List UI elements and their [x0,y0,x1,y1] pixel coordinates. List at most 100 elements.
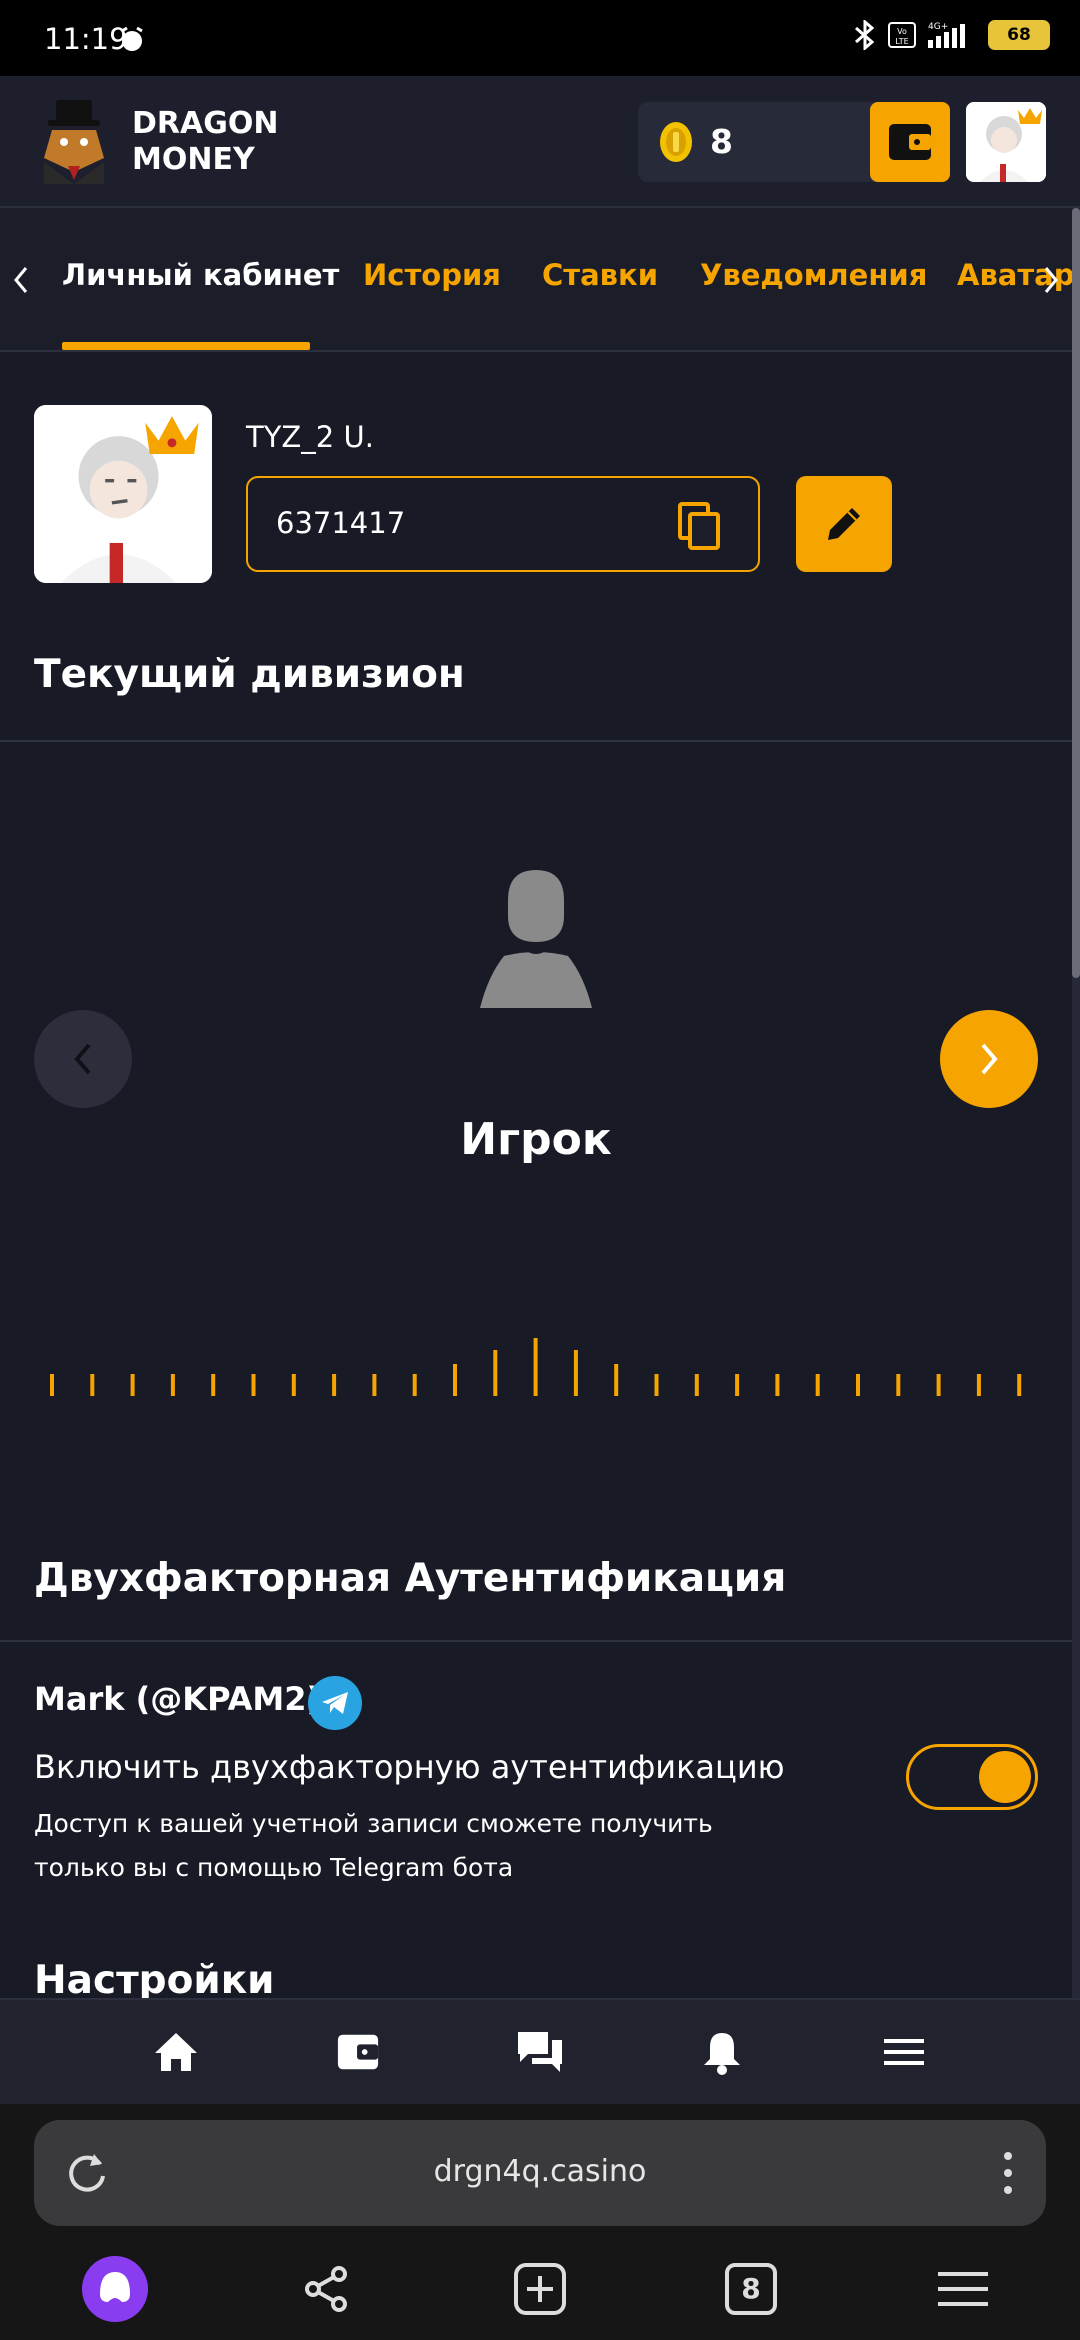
division-tick [856,1374,860,1396]
active-tab-indicator [62,342,310,350]
user-id-field[interactable]: 6371417 [246,476,760,572]
division-tick [775,1374,780,1396]
pencil-icon [828,508,860,540]
telegram-icon [308,1676,362,1730]
balance-value: 8 [710,122,733,161]
division-tick [90,1374,95,1396]
nav-notifications-button[interactable] [692,2024,752,2080]
share-button[interactable] [291,2254,361,2324]
tab-history[interactable]: История [363,258,501,292]
division-tick [815,1374,820,1396]
browser-assistant-button[interactable] [80,2254,150,2324]
wallet-button[interactable] [870,102,950,182]
tabs-overview-button[interactable]: 8 [716,2254,786,2324]
division-tick [694,1374,699,1396]
signal-icon: 4G+ [928,22,965,48]
nav-chat-button[interactable] [510,2024,570,2080]
brand-line-1: DRAGON [132,106,279,141]
brand-line-2: MONEY [132,142,255,177]
division-prev-button[interactable] [34,1010,132,1108]
user-id-value: 6371417 [276,506,406,540]
wallet-icon [889,124,931,160]
svg-text:LTE: LTE [895,37,908,46]
division-tick [896,1374,901,1396]
wallet-icon [337,2034,379,2070]
profile-avatar[interactable] [34,405,212,583]
division-next-button[interactable] [940,1010,1038,1108]
edit-profile-button[interactable] [796,476,892,572]
divider [0,1640,1072,1642]
alice-assistant-icon [82,2256,148,2322]
tab-personal-account[interactable]: Личный кабинет [62,258,339,292]
player-rank-icon [480,870,592,1008]
division-tick [291,1374,296,1396]
site-bottom-nav [0,1998,1080,2104]
user-avatar-icon [34,405,212,583]
two-factor-toggle[interactable] [906,1744,1038,1810]
bell-icon [704,2033,740,2075]
new-tab-button[interactable] [505,2254,575,2324]
division-tick [1017,1374,1022,1396]
chevron-right-icon [981,1043,998,1075]
tabs-prev-button[interactable] [0,258,40,302]
two-factor-section-title: Двухфакторная Аутентификация [34,1556,787,1601]
network-type: 4G+ [928,22,948,32]
division-tick [50,1374,54,1396]
division-tick [453,1364,457,1396]
volte-icon: Vo LTE [888,22,916,48]
division-tick [533,1338,538,1396]
division-section-title: Текущий дивизион [34,652,465,697]
home-icon [155,2033,197,2071]
status-indicators: Vo LTE 4G+ 68 [852,20,1050,50]
division-tick [130,1374,135,1396]
header-avatar[interactable] [966,102,1046,182]
toggle-knob [979,1751,1031,1803]
status-time: 11:19 [44,22,128,56]
address-bar[interactable]: drgn4q.casino [34,2120,1046,2226]
browser-chrome: drgn4q.casino 8 [0,2104,1080,2340]
chevron-left-icon [14,267,28,293]
battery-icon: 68 [988,20,1050,50]
division-name: Игрок [460,1114,612,1165]
division-tick [976,1374,981,1396]
division-tick [936,1374,941,1396]
tab-count-icon: 8 [725,2263,777,2315]
profile-tabs: Личный кабинет История Ставки Уведомлени… [0,208,1072,352]
svg-text:Vo: Vo [897,27,907,36]
division-tick [211,1374,216,1396]
copy-icon[interactable] [676,500,724,552]
browser-menu-button[interactable] [928,2254,998,2324]
alarm-icon [121,26,143,51]
division-tick [332,1374,337,1396]
tabs-next-button[interactable] [1032,258,1072,302]
telegram-account-name: Mark (@KPAM2) [34,1680,322,1718]
division-tick [654,1374,659,1396]
division-tick [412,1374,417,1396]
nav-home-button[interactable] [146,2024,206,2080]
add-tab-icon [514,2263,566,2315]
menu-icon [884,2039,924,2065]
chevron-left-icon [74,1043,91,1075]
division-tick [614,1364,619,1396]
dragon-logo-icon[interactable] [34,100,114,184]
division-tick [251,1374,256,1396]
tab-bets[interactable]: Ставки [542,258,658,292]
division-tick [735,1374,740,1396]
chevron-right-icon [1044,267,1058,293]
bluetooth-icon [855,20,875,50]
site-header: DRAGON MONEY 8 [0,76,1080,208]
tab-notifications[interactable]: Уведомления [700,258,927,292]
nav-wallet-button[interactable] [328,2024,388,2080]
division-progress-scale[interactable] [0,1320,1072,1400]
chat-icon [518,2032,562,2072]
brand-name[interactable]: DRAGON MONEY [132,106,278,178]
share-icon [305,2266,347,2312]
more-vert-icon[interactable] [1000,2148,1016,2198]
nav-menu-button[interactable] [874,2024,934,2080]
scrollbar-thumb[interactable] [1072,208,1080,978]
divider [0,740,1072,742]
division-tick [372,1374,377,1396]
menu-icon [938,2272,988,2306]
url-text[interactable]: drgn4q.casino [34,2154,1046,2189]
two-factor-description: Доступ к вашей учетной записи сможете по… [34,1809,713,1882]
